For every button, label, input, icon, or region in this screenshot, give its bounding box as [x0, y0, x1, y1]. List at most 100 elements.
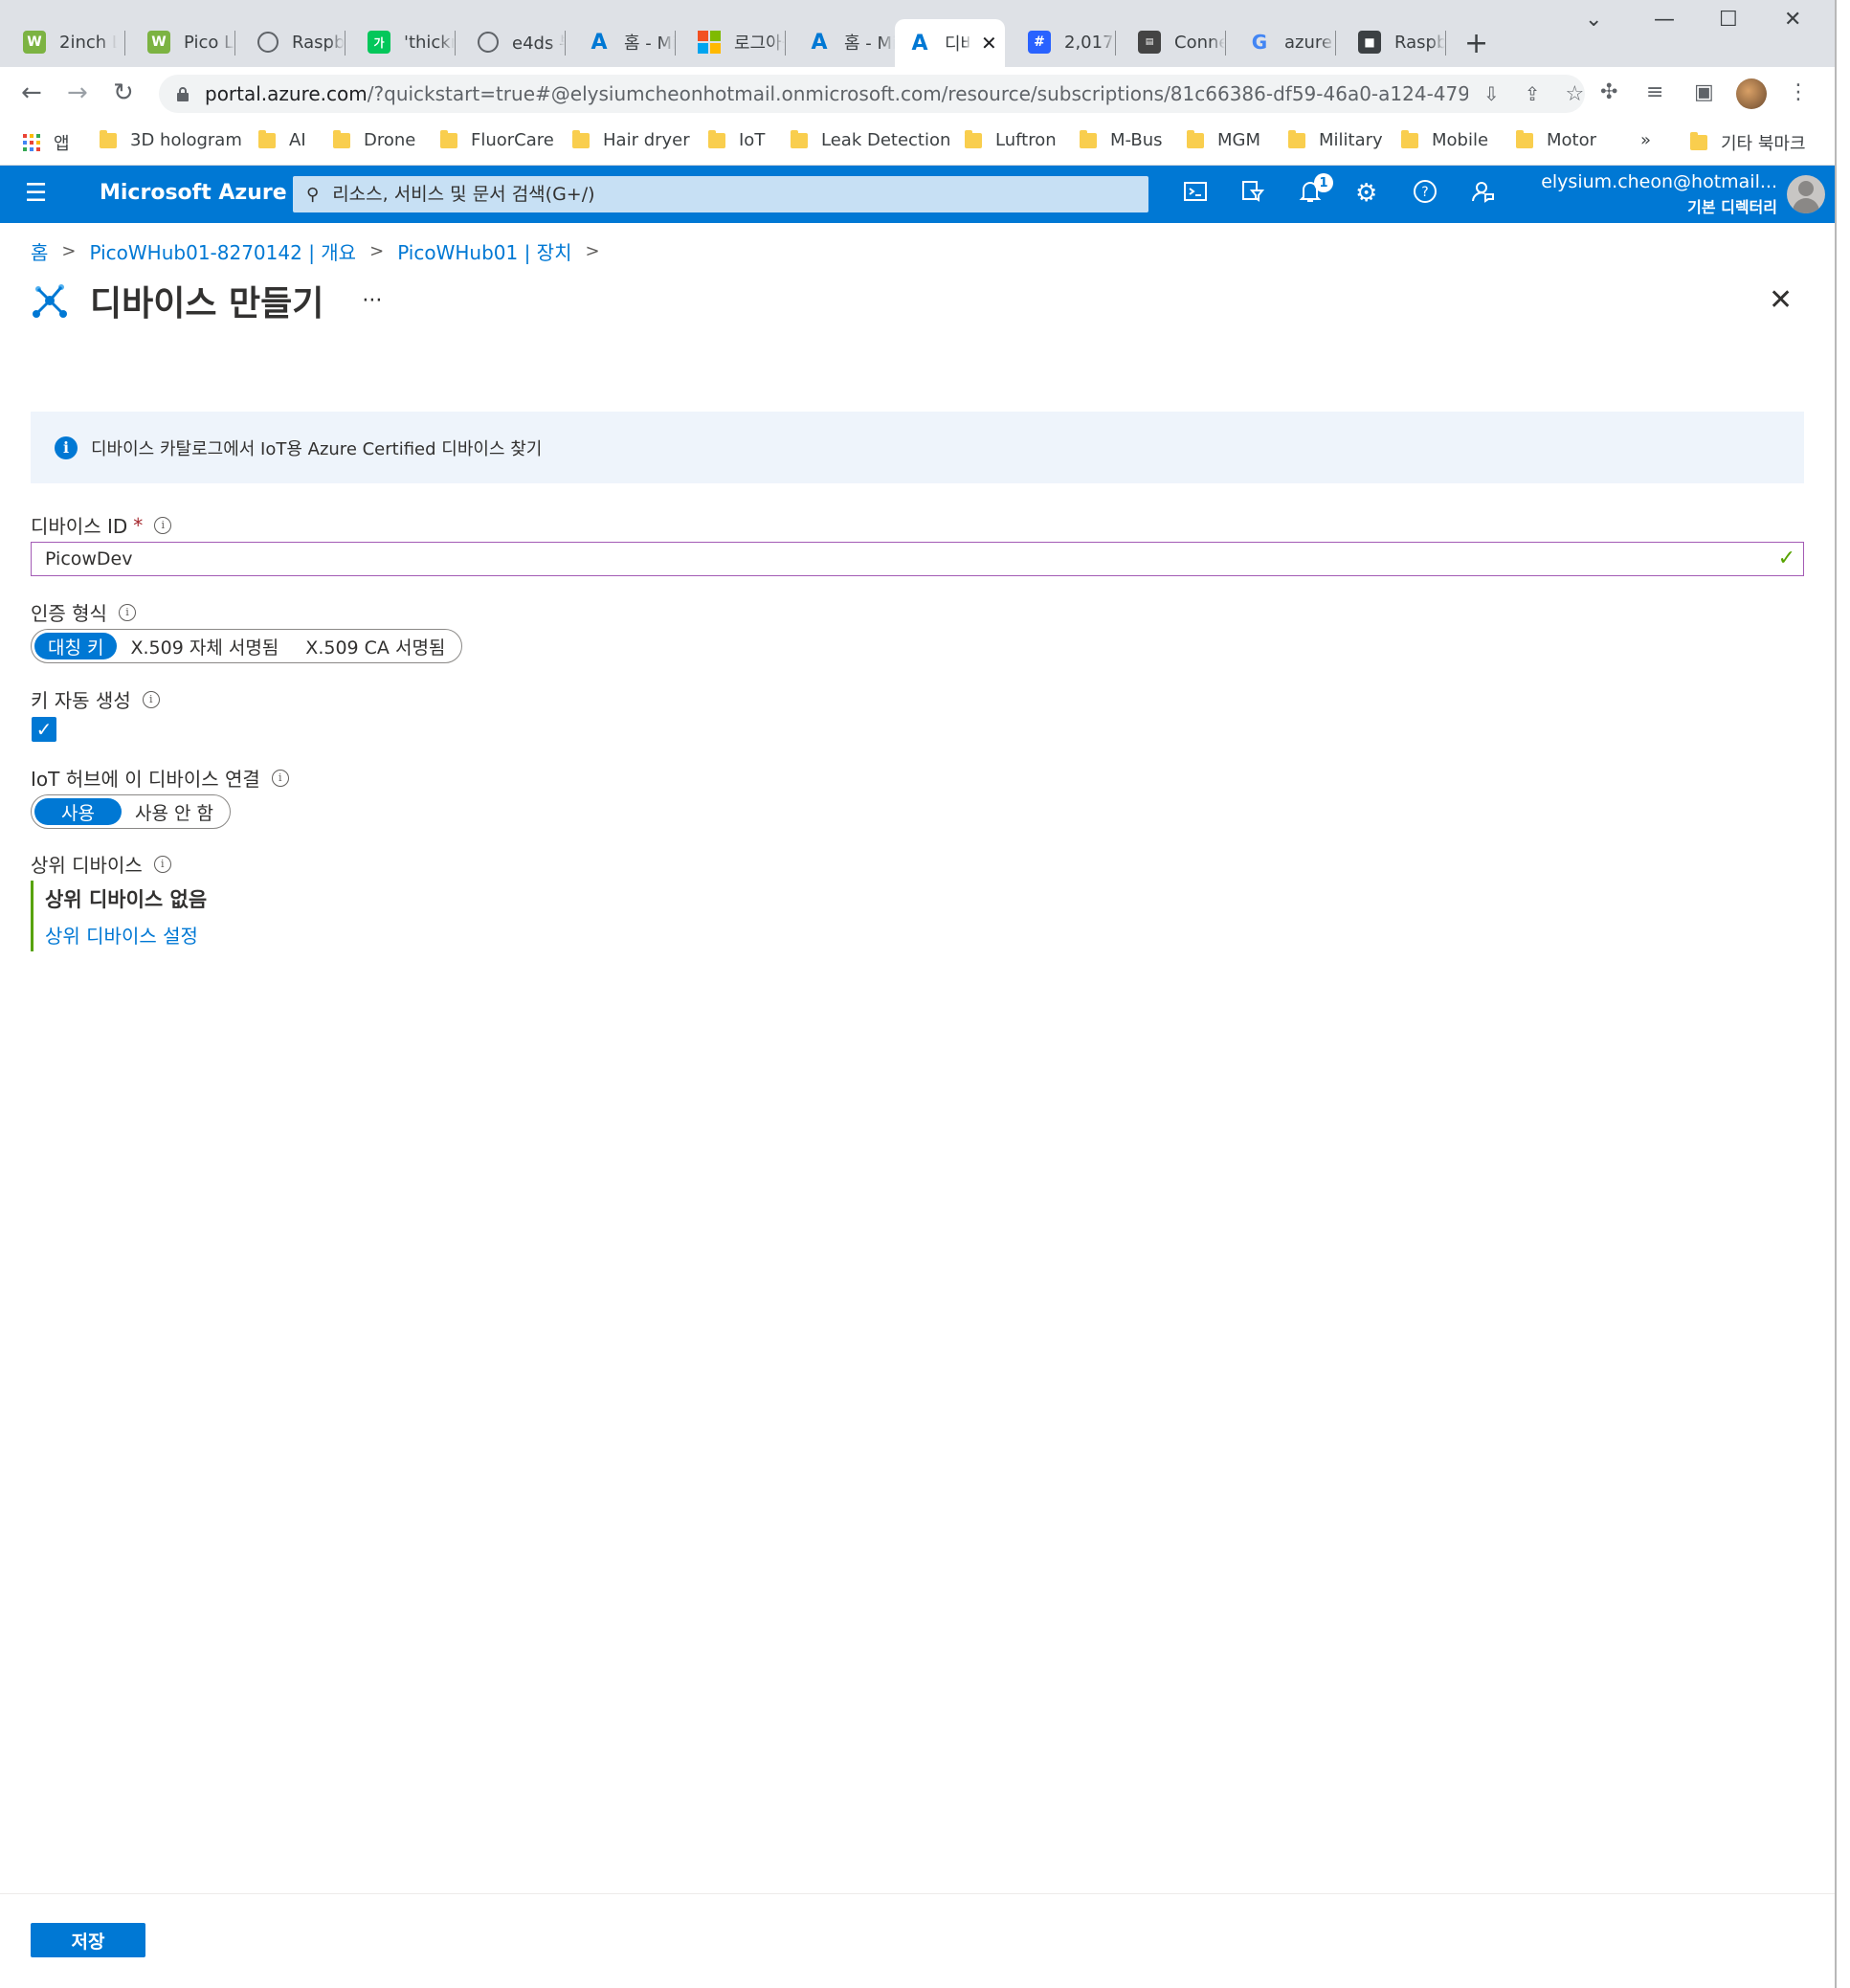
star-icon[interactable]: ☆ — [1566, 82, 1585, 106]
tab-5[interactable]: e4ds 부 — [455, 21, 565, 63]
minimize-icon[interactable]: — — [1654, 8, 1675, 32]
install-icon[interactable]: ⇩ — [1483, 82, 1500, 105]
tab-7[interactable]: 로그아웃 — [675, 21, 785, 63]
bookmark-apps[interactable]: 앱 — [23, 130, 70, 155]
global-search-input[interactable] — [330, 183, 1101, 206]
info-tooltip-icon[interactable]: i — [154, 516, 172, 534]
breadcrumb-hub-overview[interactable]: PicoWHub01-8270142 | 개요 — [90, 237, 357, 265]
device-id-input[interactable] — [43, 547, 1750, 570]
tab-11[interactable]: ▤Connect — [1115, 21, 1225, 63]
side-panel-icon[interactable]: ▣ — [1694, 80, 1714, 104]
tab-13[interactable]: ■Raspberry — [1335, 21, 1445, 63]
browser-menu-icon[interactable]: ⋮ — [1788, 80, 1809, 104]
set-parent-device-link[interactable]: 상위 디바이스 설정 — [45, 921, 207, 949]
feedback-icon[interactable] — [1470, 179, 1495, 211]
info-message: 디바이스 카탈로그에서 IoT용 Azure Certified 디바이스 찾기 — [91, 438, 543, 459]
connect-option-enable[interactable]: 사용 — [34, 798, 122, 825]
bookmark-folder[interactable]: Leak Detection — [791, 129, 950, 150]
google-icon: G — [1251, 31, 1268, 54]
info-icon: i — [55, 436, 78, 459]
browser-toolbar: ← → ↻ portal.azure.com/?quickstart=true#… — [0, 67, 1835, 121]
close-tab-icon[interactable]: ✕ — [981, 32, 997, 55]
info-tooltip-icon[interactable]: i — [153, 855, 171, 873]
back-icon[interactable]: ← — [21, 78, 42, 107]
auto-generate-checkbox[interactable]: ✓ — [32, 717, 56, 742]
device-id-field[interactable]: ✓ — [31, 542, 1804, 576]
azure-brand[interactable]: Microsoft Azure — [100, 181, 287, 205]
tab-search-icon[interactable]: ⌄ — [1585, 8, 1602, 32]
directory-filter-icon[interactable] — [1240, 179, 1265, 211]
folder-icon — [965, 129, 982, 148]
maximize-icon[interactable]: ☐ — [1719, 8, 1738, 32]
bookmark-folder[interactable]: Hair dryer — [572, 129, 690, 150]
parent-device-value: 상위 디바이스 없음 — [45, 888, 208, 911]
connect-option-disable[interactable]: 사용 안 함 — [122, 798, 227, 825]
footer-divider — [0, 1893, 1835, 1894]
folder-icon — [1690, 132, 1707, 150]
hamburger-menu-icon[interactable]: ☰ — [25, 179, 47, 208]
auth-option-x509-self-signed[interactable]: X.509 자체 서명됨 — [117, 633, 292, 659]
forward-icon[interactable]: → — [67, 78, 88, 107]
bookmark-folder[interactable]: Military — [1288, 129, 1383, 150]
account-menu[interactable]: elysium.cheon@hotmail... 기본 디렉터리 — [1541, 171, 1777, 217]
auth-type-label: 인증 형식 i — [31, 598, 136, 626]
tab-8[interactable]: A홈 - Microsoft — [785, 21, 895, 63]
bookmark-folder[interactable]: M-Bus — [1080, 129, 1163, 150]
tab-12[interactable]: Gazure iot — [1225, 21, 1335, 63]
tab-1[interactable]: W2inch LCD — [0, 21, 124, 63]
tab-6[interactable]: A홈 - Microsoft — [565, 21, 675, 63]
global-search[interactable]: ⚲ — [293, 176, 1148, 212]
tab-9-active[interactable]: A디바이스✕ — [895, 19, 1005, 67]
share-icon[interactable]: ⇪ — [1525, 82, 1541, 105]
settings-gear-icon[interactable]: ⚙ — [1355, 179, 1377, 208]
bookmark-folder[interactable]: 3D hologram — [100, 129, 242, 150]
tab-2[interactable]: WPico LCD — [124, 21, 234, 63]
globe-icon — [257, 32, 279, 53]
help-icon[interactable]: ? — [1413, 179, 1438, 211]
info-tooltip-icon[interactable]: i — [142, 690, 160, 708]
reload-icon[interactable]: ↻ — [113, 78, 134, 107]
profile-avatar[interactable] — [1736, 78, 1767, 109]
iot-device-icon — [33, 284, 67, 318]
close-blade-icon[interactable]: ✕ — [1769, 283, 1793, 317]
svg-text:?: ? — [1421, 185, 1428, 200]
address-bar[interactable]: portal.azure.com/?quickstart=true#@elysi… — [159, 75, 1585, 113]
user-avatar[interactable] — [1787, 175, 1825, 213]
folder-icon — [1516, 129, 1533, 148]
breadcrumb-home[interactable]: 홈 — [31, 237, 48, 265]
bookmark-folder[interactable]: FluorCare — [440, 129, 554, 150]
required-marker: * — [133, 513, 144, 537]
media-control-icon[interactable]: ≡ — [1646, 80, 1663, 104]
page-header: 디바이스 만들기 ··· — [29, 276, 382, 325]
folder-icon — [1401, 129, 1418, 148]
breadcrumb-hub-devices[interactable]: PicoWHub01 | 장치 — [397, 237, 571, 265]
extensions-icon[interactable]: ✣ — [1600, 80, 1617, 104]
bookmarks-bar: 앱 3D hologram AI Drone FluorCare Hair dr… — [0, 121, 1835, 166]
connect-device-label: IoT 허브에 이 디바이스 연결 i — [31, 764, 289, 792]
info-tooltip-icon[interactable]: i — [271, 769, 289, 787]
bookmark-folder[interactable]: Motor — [1516, 129, 1596, 150]
bookmark-folder[interactable]: AI — [258, 129, 306, 150]
more-options-icon[interactable]: ··· — [362, 289, 382, 313]
info-banner[interactable]: i 디바이스 카탈로그에서 IoT용 Azure Certified 디바이스 … — [31, 412, 1804, 483]
bookmark-folder[interactable]: IoT — [708, 129, 765, 150]
tab-4[interactable]: 가'thickness' — [345, 21, 455, 63]
tab-3[interactable]: Raspberry — [234, 21, 345, 63]
save-button[interactable]: 저장 — [31, 1923, 145, 1957]
bookmarks-overflow[interactable]: » — [1640, 130, 1651, 150]
search-icon: ⚲ — [306, 184, 320, 205]
tab-10[interactable]: #2,017 M — [1005, 21, 1115, 63]
bookmark-folder[interactable]: Drone — [333, 129, 415, 150]
window-close-icon[interactable]: ✕ — [1784, 8, 1801, 32]
bookmark-folder[interactable]: MGM — [1187, 129, 1260, 150]
new-tab-icon[interactable]: + — [1464, 27, 1488, 60]
bookmark-folder[interactable]: Luftron — [965, 129, 1057, 150]
other-bookmarks[interactable]: 기타 북마크 — [1690, 130, 1806, 155]
auth-option-x509-ca-signed[interactable]: X.509 CA 서명됨 — [292, 633, 458, 659]
bookmark-folder[interactable]: Mobile — [1401, 129, 1488, 150]
info-tooltip-icon[interactable]: i — [118, 603, 136, 621]
browser-window: W2inch LCD WPico LCD Raspberry 가'thickne… — [0, 0, 1837, 1988]
auth-option-symmetric-key[interactable]: 대칭 키 — [34, 633, 118, 659]
chevron-right-icon: > — [369, 241, 385, 261]
cloud-shell-icon[interactable] — [1183, 179, 1208, 211]
